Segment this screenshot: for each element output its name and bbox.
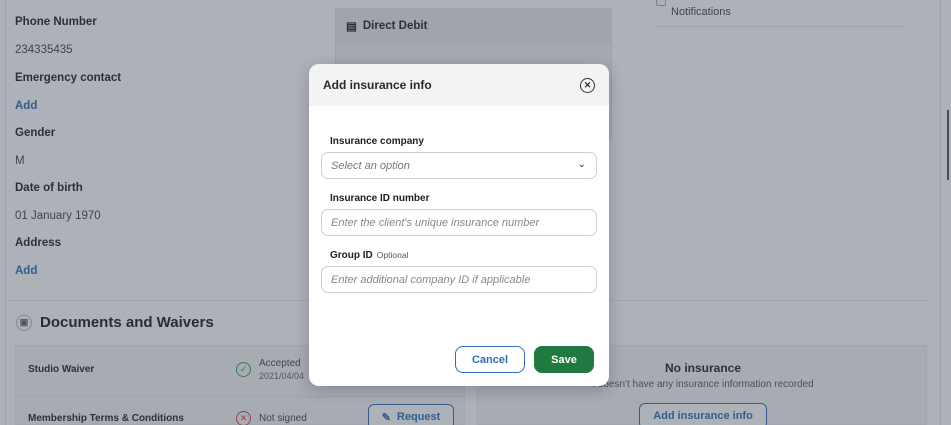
modal-title: Add insurance info bbox=[323, 78, 432, 92]
cancel-button[interactable]: Cancel bbox=[455, 346, 525, 373]
group-id-label: Group ID Optional bbox=[330, 250, 408, 261]
add-insurance-modal: Add insurance info ✕ Insurance company S… bbox=[309, 64, 609, 386]
chevron-down-icon: ⌄ bbox=[577, 159, 586, 170]
save-button[interactable]: Save bbox=[534, 346, 594, 373]
insurance-company-select[interactable]: Select an option ⌄ bbox=[321, 152, 597, 179]
modal-header: Add insurance info ✕ bbox=[309, 64, 609, 106]
insurance-company-label: Insurance company bbox=[330, 136, 424, 147]
group-id-input[interactable] bbox=[321, 266, 597, 293]
insurance-id-input[interactable] bbox=[321, 209, 597, 236]
group-id-label-text: Group ID bbox=[330, 250, 373, 261]
insurance-company-placeholder: Select an option bbox=[331, 159, 410, 172]
insurance-id-label: Insurance ID number bbox=[330, 193, 430, 204]
close-icon: ✕ bbox=[583, 80, 592, 90]
optional-tag: Optional bbox=[376, 250, 409, 260]
close-button[interactable]: ✕ bbox=[580, 78, 595, 93]
